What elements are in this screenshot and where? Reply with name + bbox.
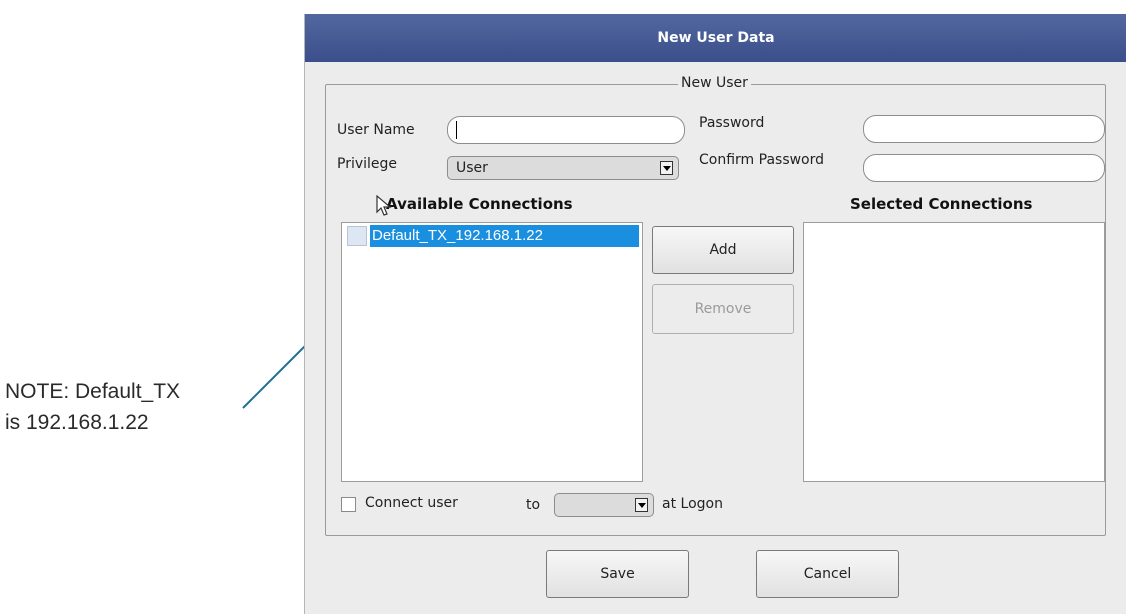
chevron-down-icon (635, 498, 648, 512)
chevron-down-icon (660, 161, 673, 175)
selected-connections-list[interactable] (803, 222, 1105, 482)
selected-connections-header: Selected Connections (850, 195, 1033, 213)
connection-checkbox[interactable] (347, 226, 367, 246)
confirm-password-label: Confirm Password (699, 152, 825, 168)
add-button[interactable]: Add (652, 226, 794, 274)
dialog-title: New User Data (305, 14, 1126, 62)
confirm-password-field[interactable] (863, 154, 1105, 182)
user-name-field[interactable] (447, 116, 685, 144)
annotation-line-1: NOTE: Default_TX (5, 380, 181, 403)
password-field[interactable] (863, 115, 1105, 143)
password-label: Password (699, 115, 765, 131)
privilege-value: User (456, 160, 488, 176)
connect-user-checkbox[interactable] (341, 497, 356, 512)
cancel-button[interactable]: Cancel (756, 550, 899, 598)
annotation-note: NOTE: Default_TX is 192.168.1.22 (5, 376, 235, 438)
connect-to-select[interactable] (554, 493, 654, 517)
available-connections-header: Available Connections (386, 195, 573, 213)
privilege-select[interactable]: User (447, 156, 679, 180)
user-name-label: User Name (337, 122, 415, 138)
mouse-pointer-icon (376, 195, 392, 216)
available-connections-list[interactable]: Default_TX_192.168.1.22 (341, 222, 643, 482)
annotation-line-2: is 192.168.1.22 (5, 411, 149, 434)
save-button[interactable]: Save (546, 550, 689, 598)
connect-user-label: Connect user (365, 495, 458, 511)
at-logon-label: at Logon (662, 496, 723, 512)
group-title: New User (678, 75, 751, 91)
new-user-dialog: New User Data New User User Name Passwor… (304, 14, 1126, 614)
list-item[interactable]: Default_TX_192.168.1.22 (344, 225, 639, 249)
text-caret (456, 121, 457, 139)
privilege-label: Privilege (337, 156, 398, 172)
connect-to-label: to (526, 497, 541, 513)
remove-button[interactable]: Remove (652, 284, 794, 334)
list-item-label: Default_TX_192.168.1.22 (370, 225, 639, 247)
